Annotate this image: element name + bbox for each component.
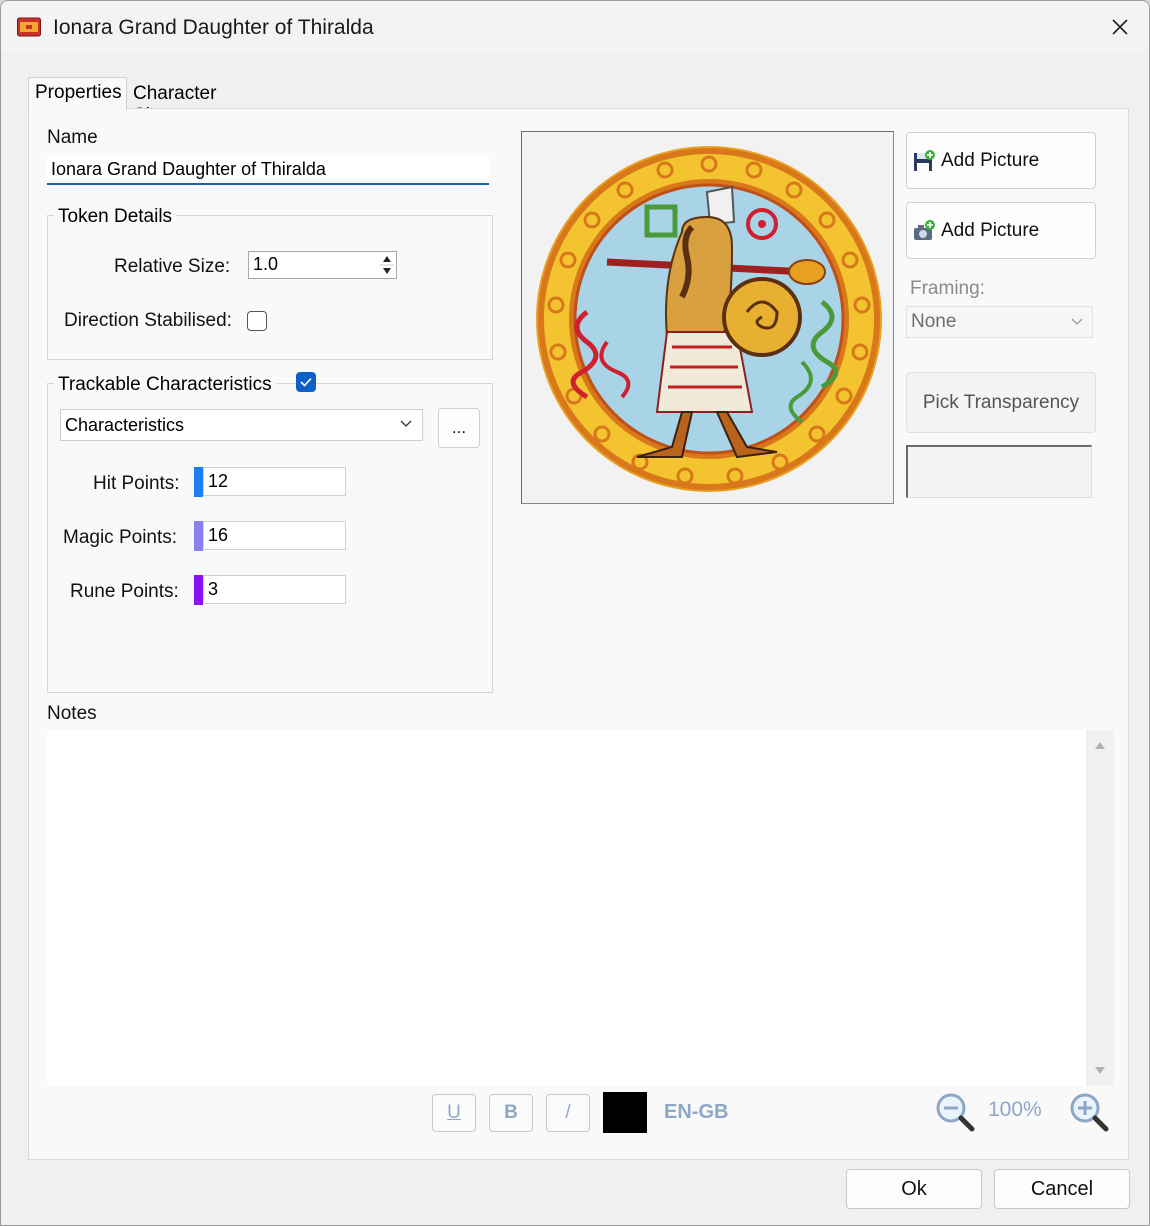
hit-points-input[interactable]: 12 bbox=[203, 467, 346, 496]
chevron-down-icon bbox=[400, 420, 412, 427]
spin-arrows-icon[interactable] bbox=[380, 253, 394, 277]
cancel-button[interactable]: Cancel bbox=[994, 1169, 1130, 1209]
italic-button[interactable]: / bbox=[546, 1094, 590, 1132]
notes-editor[interactable] bbox=[47, 730, 1086, 1086]
rune-points-input[interactable]: 3 bbox=[203, 575, 346, 604]
close-button[interactable] bbox=[1097, 7, 1143, 47]
relative-size-label: Relative Size: bbox=[114, 256, 231, 277]
bold-button[interactable]: B bbox=[489, 1094, 533, 1132]
trackable-caption: Trackable Characteristics bbox=[54, 374, 276, 396]
zoom-out-icon[interactable] bbox=[934, 1091, 976, 1133]
chevron-down-icon bbox=[1071, 318, 1083, 325]
rune-points-color-bar bbox=[194, 575, 203, 605]
ok-button[interactable]: Ok bbox=[846, 1169, 982, 1209]
token-details-group bbox=[47, 215, 493, 360]
hit-points-color-bar bbox=[194, 467, 203, 497]
characteristics-dropdown-value: Characteristics bbox=[65, 415, 185, 435]
relative-size-spinbox[interactable]: 1.0 bbox=[248, 251, 397, 279]
title-bar: Ionara Grand Daughter of Thiralda bbox=[1, 1, 1149, 53]
pick-transparency-button[interactable]: Pick Transparency bbox=[906, 372, 1096, 433]
framing-dropdown[interactable]: None bbox=[906, 306, 1093, 338]
direction-stabilised-label: Direction Stabilised: bbox=[64, 310, 232, 331]
rune-points-label: Rune Points: bbox=[70, 581, 179, 602]
camera-icon bbox=[914, 219, 935, 240]
window-title: Ionara Grand Daughter of Thiralda bbox=[53, 16, 374, 39]
add-picture-file-label: Add Picture bbox=[941, 149, 1040, 171]
name-input[interactable]: Ionara Grand Daughter of Thiralda bbox=[47, 156, 489, 185]
characteristics-dropdown[interactable]: Characteristics bbox=[60, 409, 423, 441]
characteristics-more-button[interactable]: ... bbox=[438, 408, 480, 448]
framing-label: Framing: bbox=[910, 278, 985, 299]
add-picture-camera-label: Add Picture bbox=[941, 219, 1040, 241]
scroll-down-icon[interactable] bbox=[1094, 1066, 1106, 1076]
app-icon bbox=[17, 17, 41, 37]
relative-size-value: 1.0 bbox=[253, 254, 279, 274]
token-details-caption: Token Details bbox=[54, 206, 177, 228]
close-icon bbox=[1112, 19, 1128, 35]
text-color-swatch[interactable] bbox=[603, 1092, 647, 1133]
hit-points-label: Hit Points: bbox=[93, 473, 180, 494]
name-label: Name bbox=[47, 127, 98, 148]
magic-points-input[interactable]: 16 bbox=[203, 521, 346, 550]
notes-scrollbar[interactable] bbox=[1086, 730, 1114, 1086]
zoom-in-icon[interactable] bbox=[1068, 1091, 1110, 1133]
add-picture-camera-button[interactable]: Add Picture bbox=[906, 202, 1096, 259]
language-label[interactable]: EN-GB bbox=[664, 1101, 728, 1124]
underline-button[interactable]: U bbox=[432, 1094, 476, 1132]
notes-label: Notes bbox=[47, 703, 97, 724]
floppy-disk-icon bbox=[914, 149, 935, 171]
token-picture-frame[interactable] bbox=[521, 131, 894, 504]
transparency-color-swatch bbox=[906, 445, 1092, 498]
tab-character-sheet[interactable]: Character Sheet bbox=[127, 79, 271, 126]
magic-points-label: Magic Points: bbox=[63, 527, 178, 548]
token-portrait-image bbox=[536, 146, 882, 492]
magic-points-color-bar bbox=[194, 521, 203, 551]
zoom-level: 100% bbox=[988, 1098, 1042, 1121]
add-picture-file-button[interactable]: Add Picture bbox=[906, 132, 1096, 189]
trackable-checkbox[interactable] bbox=[296, 372, 316, 392]
dialog-window: Ionara Grand Daughter of Thiralda Proper… bbox=[0, 0, 1150, 1226]
framing-dropdown-value: None bbox=[911, 311, 957, 332]
direction-stabilised-checkbox[interactable] bbox=[247, 311, 267, 331]
checkmark-icon bbox=[300, 377, 312, 387]
scroll-up-icon[interactable] bbox=[1094, 740, 1106, 750]
tab-properties[interactable]: Properties bbox=[28, 77, 127, 110]
